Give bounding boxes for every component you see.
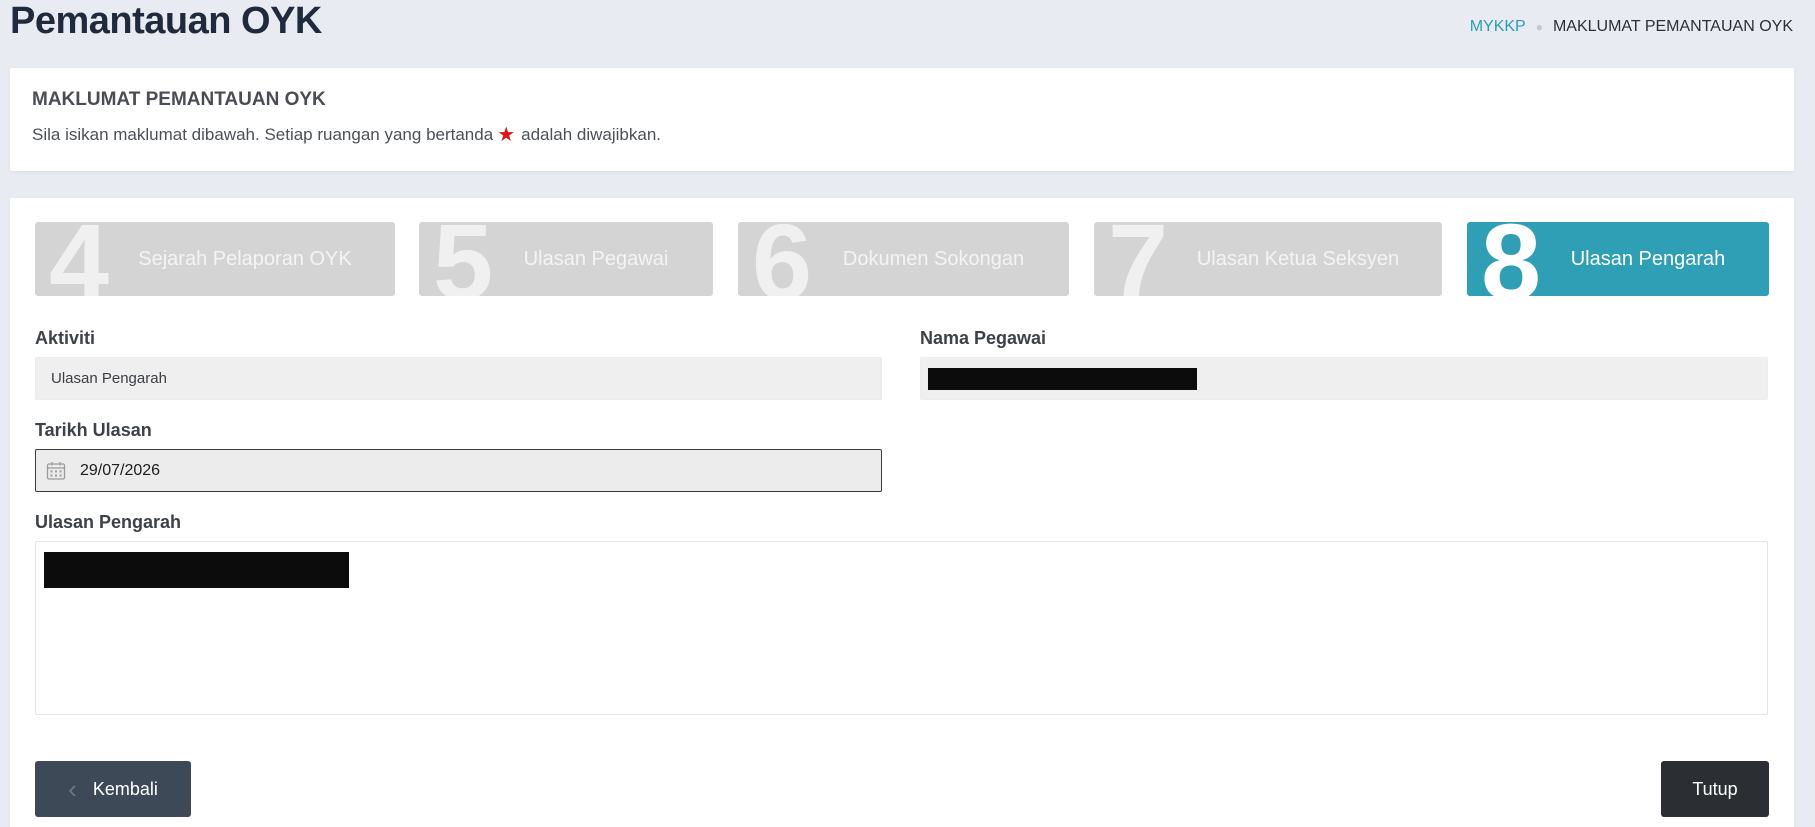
- calendar-icon: [46, 461, 66, 480]
- redacted-name: [928, 367, 1197, 390]
- nama-pegawai-field[interactable]: [920, 357, 1768, 400]
- ulasan-pengarah-label: Ulasan Pengarah: [35, 512, 182, 532]
- tarikh-ulasan-label: Tarikh Ulasan: [35, 420, 152, 440]
- aktiviti-field[interactable]: Ulasan Pengarah: [35, 357, 882, 400]
- step-6-dokumen-sokongan[interactable]: 6 Dokumen Sokongan: [738, 222, 1069, 296]
- info-card-description: Sila isikan maklumat dibawah. Setiap rua…: [32, 125, 1772, 145]
- step-label: Ulasan Pengarah: [1570, 247, 1726, 270]
- breadcrumb-current: MAKLUMAT PEMANTAUAN OYK: [1552, 18, 1793, 35]
- breadcrumb-separator: ●: [1535, 20, 1543, 34]
- kembali-button[interactable]: ‹ Kembali: [35, 761, 191, 817]
- step-8-ulasan-pengarah[interactable]: 8 Ulasan Pengarah: [1467, 222, 1769, 296]
- info-desc-after: adalah diwajibkan.: [521, 125, 662, 144]
- step-label: Ulasan Ketua Seksyen: [1196, 247, 1400, 270]
- tutup-button[interactable]: Tutup: [1661, 761, 1769, 817]
- info-desc-before: Sila isikan maklumat dibawah. Setiap rua…: [32, 125, 494, 144]
- info-card: MAKLUMAT PEMANTAUAN OYK Sila isikan makl…: [10, 68, 1794, 171]
- nama-pegawai-label: Nama Pegawai: [920, 328, 1047, 348]
- main-card: 4 Sejarah Pelaporan OYK 5 Ulasan Pegawai…: [10, 198, 1794, 827]
- step-wizard: 4 Sejarah Pelaporan OYK 5 Ulasan Pegawai…: [35, 222, 1769, 296]
- info-card-title: MAKLUMAT PEMANTAUAN OYK: [32, 89, 326, 110]
- ulasan-pengarah-textarea[interactable]: [35, 541, 1768, 715]
- redacted-comment: [44, 552, 349, 588]
- step-4-sejarah-pelaporan[interactable]: 4 Sejarah Pelaporan OYK: [35, 222, 395, 296]
- step-7-ulasan-ketua-seksyen[interactable]: 7 Ulasan Ketua Seksyen: [1094, 222, 1442, 296]
- chevron-left-icon: ‹: [68, 774, 77, 804]
- step-label: Dokumen Sokongan: [842, 247, 1025, 270]
- step-label: Sejarah Pelaporan OYK: [138, 247, 352, 270]
- page-title: Pemantauan OYK: [10, 0, 322, 42]
- tarikh-ulasan-value: 29/07/2026: [80, 461, 161, 479]
- kembali-button-label: Kembali: [92, 778, 158, 799]
- breadcrumb-home-link[interactable]: MYKKP: [1470, 18, 1526, 36]
- tarikh-ulasan-input[interactable]: 29/07/2026: [35, 449, 882, 492]
- step-5-ulasan-pegawai[interactable]: 5 Ulasan Pegawai: [419, 222, 713, 296]
- breadcrumb: MYKKP ● MAKLUMAT PEMANTAUAN OYK: [1470, 18, 1793, 36]
- step-label: Ulasan Pegawai: [523, 247, 669, 270]
- required-star-icon: ★: [497, 124, 516, 146]
- aktiviti-label: Aktiviti: [35, 328, 96, 348]
